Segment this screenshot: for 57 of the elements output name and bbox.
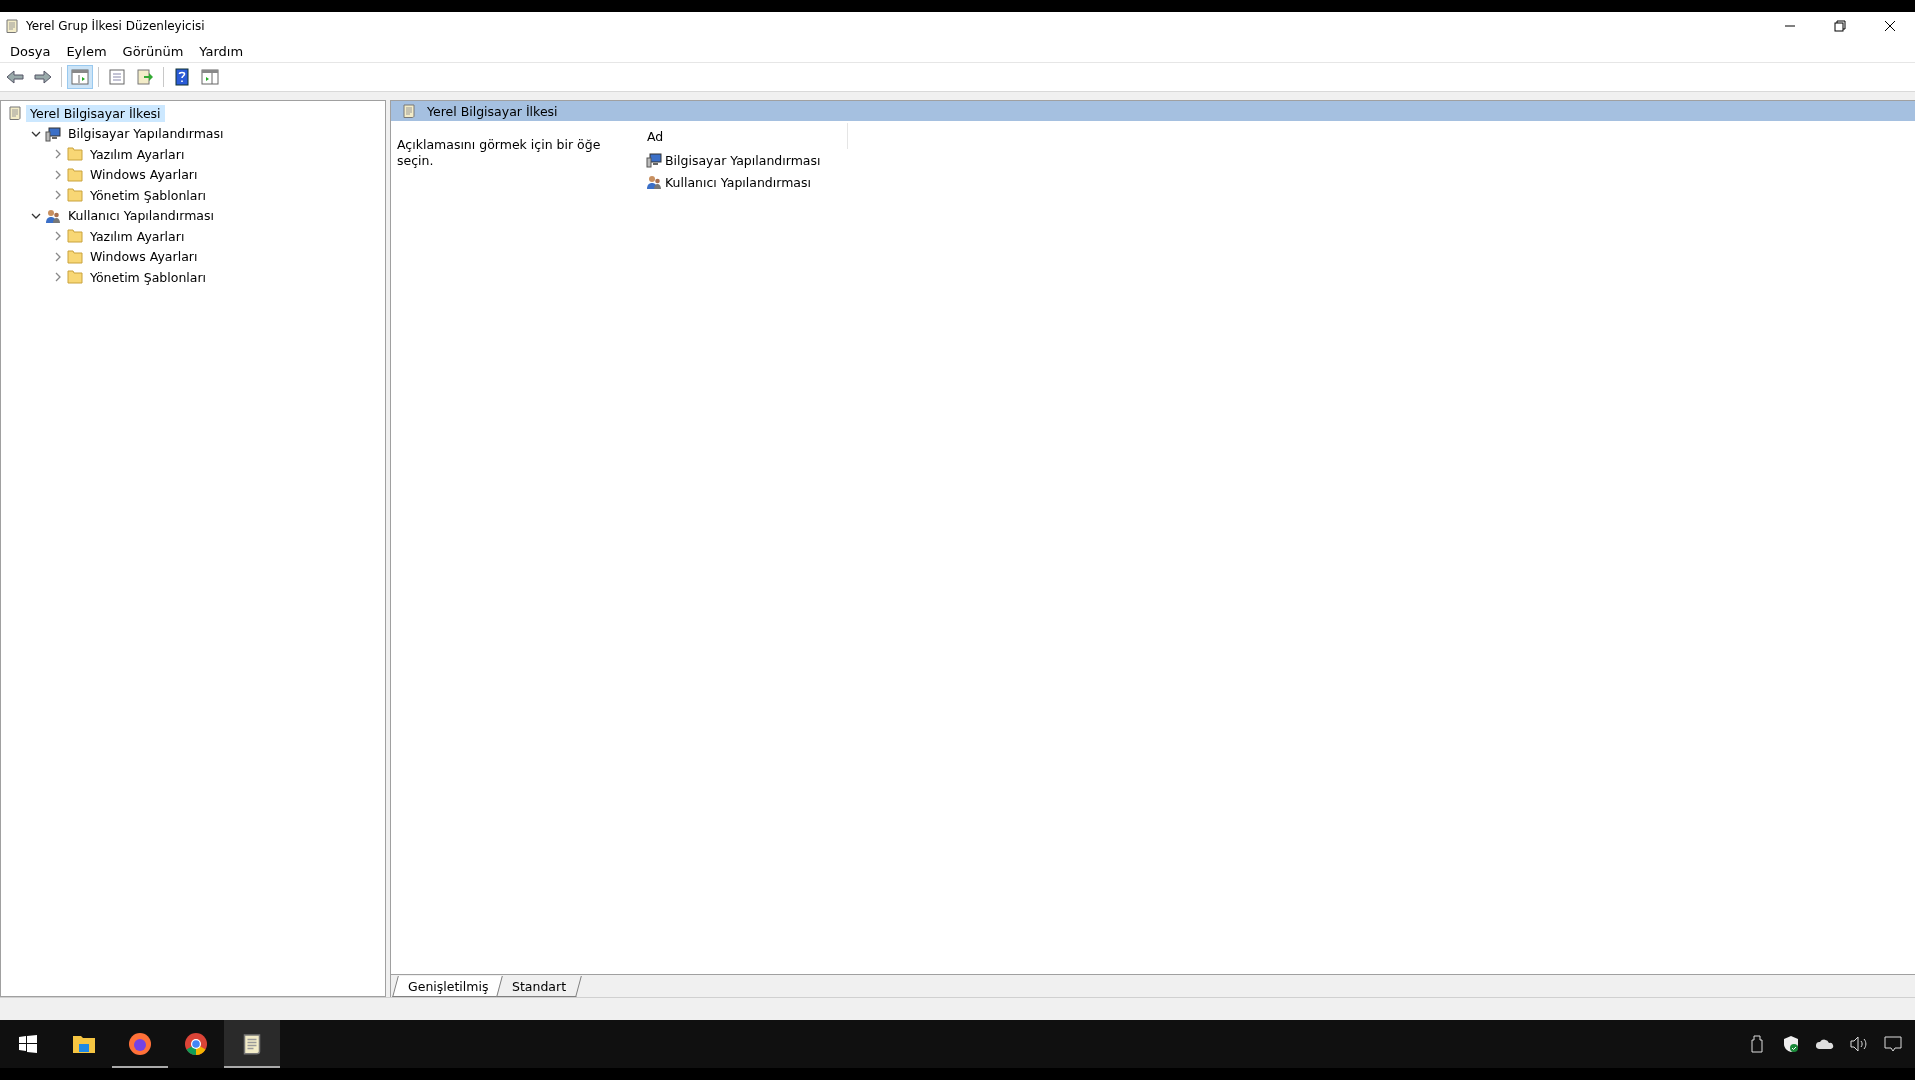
tree-item[interactable]: Yazılım Ayarları [86, 227, 189, 245]
tree-item[interactable]: Windows Ayarları [86, 166, 202, 184]
list-item[interactable]: Kullanıcı Yapılandırması [665, 174, 811, 190]
tree-item[interactable]: Yönetim Şablonları [86, 268, 211, 286]
chevron-right-icon[interactable] [53, 272, 63, 283]
back-arrow-icon [6, 70, 24, 84]
description-text: Açıklamasını görmek için bir öğe seçin. [396, 136, 602, 171]
chevron-right-icon[interactable] [53, 149, 63, 160]
folder-icon [67, 188, 83, 203]
column-header[interactable]: Ad [633, 123, 848, 149]
scroll-icon [4, 18, 20, 34]
tree-item[interactable]: Windows Ayarları [86, 248, 202, 266]
shield-check-icon [1783, 1035, 1799, 1053]
export-list-icon [136, 69, 154, 85]
browser-fox-icon [128, 1032, 152, 1056]
menu-item[interactable]: Dosya [2, 41, 59, 61]
taskbar-app[interactable] [224, 1020, 280, 1068]
cloud-icon [1815, 1038, 1835, 1050]
properties-icon [108, 69, 126, 85]
pane-header: Yerel Bilgisayar İlkesi [427, 103, 558, 119]
chevron-right-icon[interactable] [53, 169, 63, 180]
folder-icon [67, 229, 83, 244]
windows-logo-icon [19, 1035, 37, 1053]
folder-icon [67, 167, 83, 182]
folder-icon [67, 249, 83, 264]
help-icon [175, 68, 189, 86]
restore-icon [1834, 20, 1846, 32]
chevron-right-icon[interactable] [53, 190, 63, 201]
tree-item[interactable]: Yazılım Ayarları [86, 145, 189, 163]
tree-item[interactable]: Bilgisayar Yapılandırması [64, 125, 228, 143]
console-tree-icon [71, 69, 89, 85]
menu-item[interactable]: Görünüm [114, 41, 192, 61]
tree-item[interactable]: Kullanıcı Yapılandırması [64, 207, 218, 225]
window-title: Yerel Grup İlkesi Düzenleyicisi [26, 19, 206, 33]
users-icon [45, 207, 61, 224]
speaker-icon [1850, 1036, 1868, 1052]
folder-icon [67, 147, 83, 162]
close-icon [1884, 20, 1896, 32]
chevron-right-icon[interactable] [53, 251, 63, 262]
browser-circle-icon [184, 1032, 208, 1056]
tree-item[interactable]: Yönetim Şablonları [86, 186, 211, 204]
forward-arrow-icon [34, 70, 52, 84]
action-pane-icon [201, 69, 219, 85]
scroll-icon [7, 105, 23, 122]
menu-item[interactable]: Yardım [191, 41, 252, 61]
view-tab[interactable]: Standart [496, 976, 583, 997]
folder-icon [67, 270, 83, 285]
list-item[interactable]: Bilgisayar Yapılandırması [665, 152, 821, 168]
tree-item[interactable]: Yerel Bilgisayar İlkesi [26, 104, 165, 122]
folder-icon [72, 1034, 96, 1054]
chevron-right-icon[interactable] [53, 231, 63, 242]
menu-item[interactable]: Eylem [58, 41, 115, 61]
computer-icon [45, 125, 61, 142]
computer-icon [646, 152, 662, 168]
scroll-icon [401, 103, 417, 119]
users-icon [646, 174, 662, 190]
usb-drive-icon [1751, 1035, 1763, 1053]
